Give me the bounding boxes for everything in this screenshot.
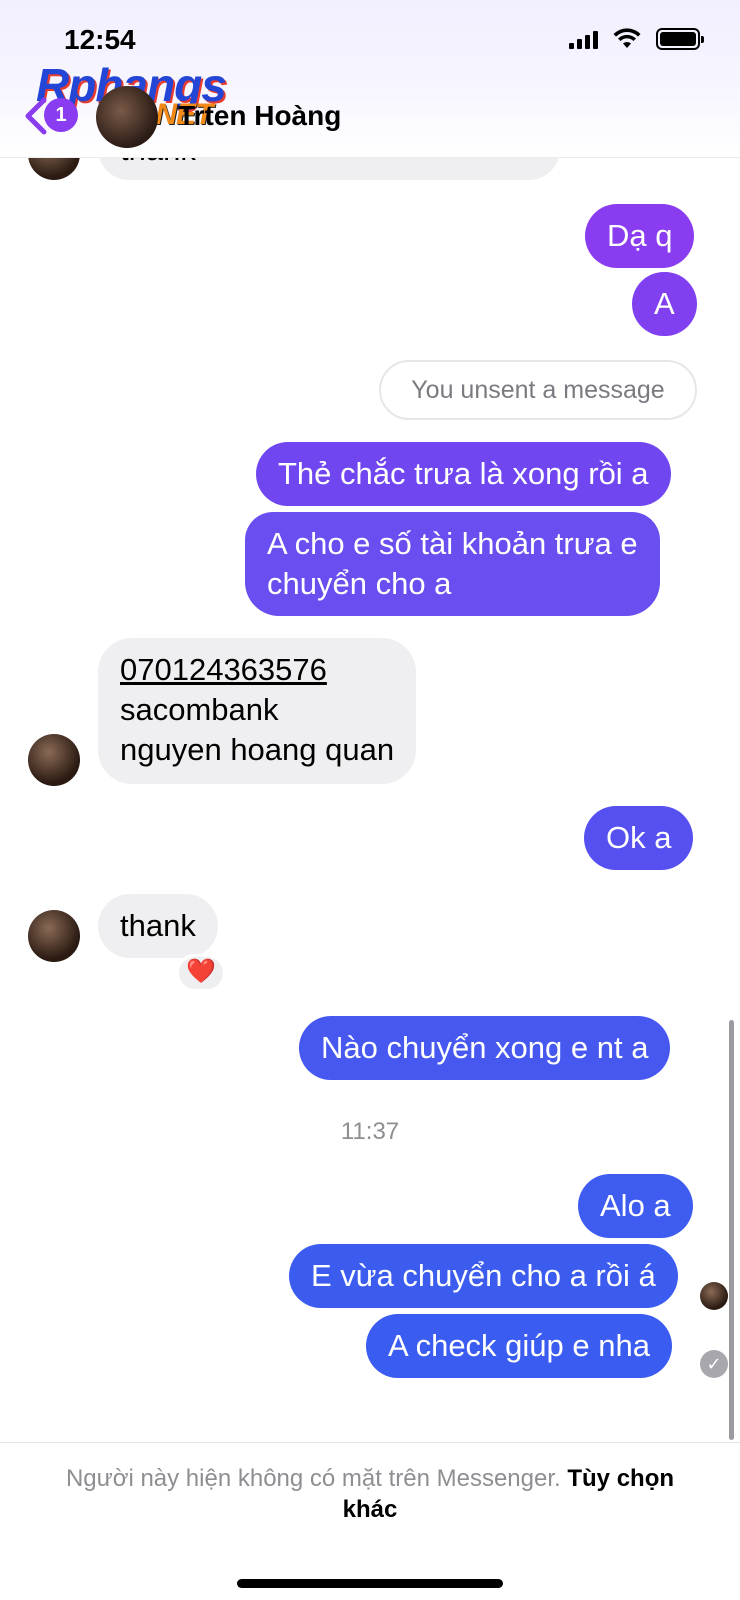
sent-check-icon: ✓	[700, 1350, 728, 1378]
contact-name[interactable]: Trten Hoàng	[178, 100, 341, 132]
contact-avatar[interactable]	[28, 910, 80, 962]
outgoing-message[interactable]: Thẻ chắc trưa là xong rồi a	[256, 442, 671, 506]
contact-avatar[interactable]	[28, 734, 80, 786]
message-line: A cho e số tài khoản trưa e	[267, 526, 638, 561]
message-timestamp: 11:37	[340, 1118, 400, 1145]
message-line: nguyen hoang quan	[120, 732, 395, 767]
chat-header: 12:54 Rphangs .NET 1 Trten Hoàng	[0, 0, 740, 158]
header-avatar[interactable]	[96, 86, 158, 148]
notice-text: Người này hiện không có mặt trên Messeng…	[65, 1465, 561, 1492]
unread-badge[interactable]: 1	[44, 98, 78, 132]
outgoing-message[interactable]: Alo a	[578, 1174, 693, 1238]
outgoing-message[interactable]: Ok a	[584, 806, 694, 870]
unsent-notice: You unsent a message	[379, 360, 697, 420]
account-number-link[interactable]: 070124363576	[120, 650, 394, 690]
wifi-icon	[613, 28, 641, 48]
outgoing-message[interactable]: Nào chuyển xong e nt a	[299, 1016, 671, 1080]
status-icons	[569, 28, 704, 50]
footer-bar: Người này hiện không có mặt trên Messeng…	[0, 1442, 740, 1600]
outgoing-message[interactable]: A check giúp e nha	[366, 1314, 672, 1378]
seen-avatar-icon	[700, 1282, 728, 1310]
signal-icon	[569, 29, 598, 49]
message-line: chuyển cho a	[267, 566, 452, 601]
incoming-message[interactable]: thank	[98, 894, 218, 958]
message-list[interactable]: thank Dạ q A You unsent a message Thẻ ch…	[0, 0, 740, 1440]
heart-reaction-icon[interactable]: ❤️	[176, 954, 226, 992]
outgoing-message[interactable]: Dạ q	[585, 204, 695, 268]
status-time: 12:54	[64, 24, 136, 55]
outgoing-message[interactable]: A cho e số tài khoản trưa e chuyển cho a	[245, 512, 660, 616]
message-line: sacombank	[120, 692, 279, 727]
outgoing-message[interactable]: A	[632, 272, 697, 336]
battery-icon	[656, 28, 704, 50]
incoming-message[interactable]: 070124363576 sacombank nguyen hoang quan	[98, 638, 417, 784]
unavailable-notice: Người này hiện không có mặt trên Messeng…	[40, 1463, 700, 1525]
scrollbar[interactable]	[729, 1020, 734, 1440]
outgoing-message[interactable]: E vừa chuyển cho a rồi á	[289, 1244, 678, 1308]
home-indicator[interactable]	[237, 1579, 503, 1588]
